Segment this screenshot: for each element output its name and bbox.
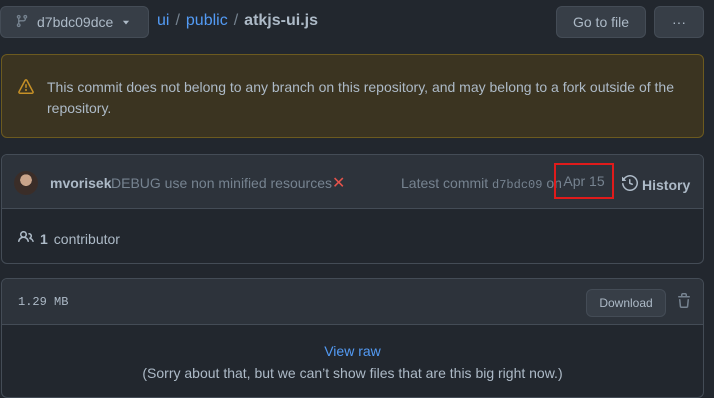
triangle-down-icon bbox=[121, 14, 131, 30]
branch-select-button[interactable]: d7bdc09dce bbox=[0, 6, 149, 38]
branch-name: d7bdc09dce bbox=[37, 14, 114, 30]
history-icon bbox=[622, 174, 639, 194]
alert-icon bbox=[18, 79, 34, 98]
file-viewer: 1.29 MB Download View raw (Sorry about t… bbox=[1, 278, 704, 398]
breadcrumb: ui / public / atkjs-ui.js bbox=[157, 12, 318, 30]
commit-message-link[interactable]: DEBUG use non minified resources bbox=[111, 175, 332, 191]
kebab-horizontal-icon: ··· bbox=[672, 14, 686, 30]
file-too-big-message: (Sorry about that, but we can’t show fil… bbox=[142, 365, 563, 381]
breadcrumb-file-name: atkjs-ui.js bbox=[244, 12, 318, 29]
fork-warning-text: This commit does not belong to any branc… bbox=[47, 79, 674, 116]
download-button[interactable]: Download bbox=[586, 289, 666, 317]
commit-author-link[interactable]: mvorisek bbox=[50, 175, 111, 191]
contributor-label: contributor bbox=[53, 230, 120, 247]
breadcrumb-folder-link[interactable]: public bbox=[186, 12, 228, 30]
breadcrumb-repo-link[interactable]: ui bbox=[157, 12, 169, 30]
contributors-link[interactable]: 1 contributor bbox=[18, 229, 120, 248]
commit-date[interactable]: Apr 15 bbox=[554, 163, 614, 199]
go-to-file-button[interactable]: Go to file bbox=[556, 6, 646, 38]
file-size: 1.29 MB bbox=[18, 295, 69, 309]
status-failure-icon[interactable]: ✕ bbox=[332, 173, 345, 193]
fork-warning-banner: This commit does not belong to any branc… bbox=[1, 54, 704, 138]
file-header: 1.29 MB Download bbox=[2, 279, 703, 325]
history-link[interactable]: History bbox=[622, 174, 691, 194]
file-navigation: d7bdc09dce ui / public / atkjs-ui.js Go … bbox=[0, 6, 714, 40]
avatar[interactable] bbox=[14, 171, 38, 195]
latest-commit-label: Latest commit bbox=[401, 175, 489, 191]
trash-icon[interactable] bbox=[676, 293, 692, 312]
more-options-button[interactable]: ··· bbox=[654, 6, 704, 38]
git-branch-icon bbox=[15, 13, 29, 32]
people-icon bbox=[18, 229, 34, 248]
breadcrumb-separator: / bbox=[233, 12, 239, 29]
contributor-count: 1 bbox=[40, 230, 48, 247]
view-raw-link[interactable]: View raw bbox=[2, 343, 703, 359]
breadcrumb-separator: / bbox=[175, 12, 180, 29]
commit-sha-link[interactable]: d7bdc09 bbox=[492, 178, 542, 192]
history-label: History bbox=[642, 176, 691, 193]
latest-commit-info: Latest commit d7bdc09 on bbox=[401, 175, 562, 192]
